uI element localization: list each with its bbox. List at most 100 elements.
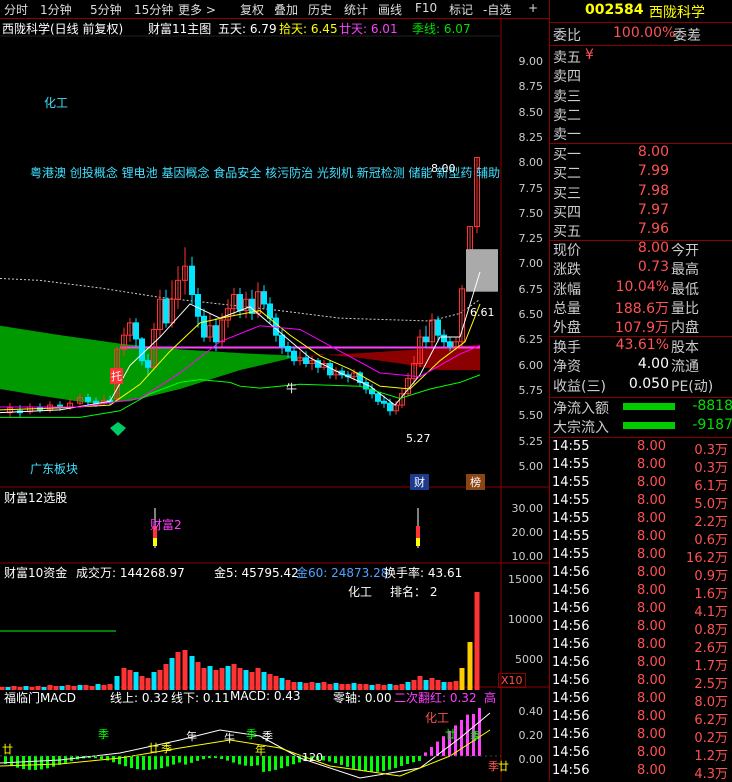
trade-volume: 8.0万	[694, 695, 728, 710]
volume-bar	[231, 664, 237, 690]
macd-bar	[328, 756, 331, 762]
volume-bar	[249, 672, 255, 690]
macd-bar	[118, 756, 121, 765]
tab-more[interactable]: 更多 >	[178, 1, 216, 18]
trade-time: 14:56	[552, 655, 590, 670]
trade-price: 8.00	[637, 709, 666, 724]
tab-intraday[interactable]: 分时	[4, 1, 28, 18]
candle-body	[261, 291, 267, 305]
price-tick: 5.50	[518, 409, 544, 423]
candle-body	[423, 336, 429, 343]
ask-row: 卖一	[553, 124, 731, 143]
history-button[interactable]: 历史	[308, 1, 332, 18]
trade-price: 8.00	[637, 475, 666, 490]
volume-bar	[303, 683, 309, 690]
volume-bar	[201, 668, 207, 690]
volume-bar	[474, 592, 480, 690]
tab-15min[interactable]: 15分钟	[134, 1, 173, 18]
trade-volume: 0.3万	[694, 461, 728, 476]
line-up-readout: 线上: 0.32	[110, 691, 169, 705]
trade-price: 8.00	[637, 439, 666, 454]
ask-price: ¥	[585, 47, 594, 63]
ask-row: 卖四	[553, 66, 731, 85]
volume-bar	[101, 685, 107, 690]
trade-volume: 2.2万	[694, 515, 728, 530]
trade-row: 14:56 8.00 4.3万	[552, 763, 731, 782]
stock-name: 西陇科学	[649, 5, 705, 21]
candle-body	[201, 315, 207, 338]
f10-button[interactable]: F10	[415, 1, 437, 15]
macd-bar	[376, 756, 379, 772]
macd-bar	[184, 756, 187, 765]
line-down-readout: 线下: 0.11	[171, 691, 230, 705]
trade-time: 14:56	[552, 637, 590, 652]
panel2-tick: 30.00	[511, 502, 544, 515]
trade-volume: 2.5万	[694, 677, 728, 692]
stock-title: 西陇科学(日线 前复权)	[2, 22, 124, 36]
stat-label: 涨跌	[553, 262, 581, 279]
macd-mark: 年	[255, 744, 266, 757]
candle-body	[139, 338, 145, 362]
macd-bar	[358, 756, 361, 771]
ask-row: 卖五 ¥	[553, 47, 731, 66]
industry-label: 化工	[44, 96, 69, 110]
macd-bar	[154, 756, 157, 770]
volume-readout: 成交万: 144268.97	[76, 566, 185, 580]
volume-tick: 10000	[508, 613, 543, 626]
candle-body	[267, 303, 273, 319]
trade-row: 14:56 8.00 1.6万	[552, 583, 731, 602]
dif-line	[0, 712, 491, 779]
stat-row: 现价 8.00 今开	[553, 240, 731, 259]
stat-row: 总量 188.6万 量比	[553, 298, 731, 317]
kline-chart-area[interactable]: 西陇科学(日线 前复权) 财富11主图 五天: 6.79 拾天: 6.45 廿天…	[0, 18, 549, 781]
volume-bar	[182, 650, 188, 690]
mark-button[interactable]: 标记	[449, 1, 473, 18]
volume-bar	[207, 666, 213, 690]
macd-mark: 牛	[224, 732, 235, 745]
fund-stat-row: 收益(三) 0.050 PE(动)	[553, 376, 731, 395]
adjust-button[interactable]: 复权	[240, 1, 264, 18]
volume-bar	[139, 676, 145, 690]
trade-time: 14:56	[552, 691, 590, 706]
remove-watchlist-button[interactable]: -自选	[483, 1, 511, 18]
macd-bar	[274, 756, 277, 770]
trade-time: 14:56	[552, 601, 590, 616]
stat-label: 内盘	[671, 320, 699, 337]
stats-button[interactable]: 统计	[344, 1, 368, 18]
trade-price: 8.00	[637, 583, 666, 598]
rank-readout: 排名： 2	[390, 585, 438, 599]
bid-row: 买三 7.98	[553, 183, 731, 202]
panel4-industry: 化工	[425, 711, 450, 725]
add-button[interactable]: +	[528, 1, 538, 15]
stat-row: 涨跌 0.73 最高	[553, 259, 731, 278]
trade-row: 14:56 8.00 4.1万	[552, 601, 731, 620]
trade-volume: 6.1万	[694, 479, 728, 494]
price-tick: 6.75	[518, 282, 544, 296]
macd-bar	[418, 756, 421, 761]
stat-value: 10.04%	[615, 278, 669, 295]
draw-line-button[interactable]: 画线	[378, 1, 402, 18]
bid-price: 8.00	[637, 144, 669, 160]
formula-name[interactable]: 财富11主图	[148, 20, 211, 37]
trade-row: 14:55 8.00 2.2万	[552, 511, 731, 530]
tab-1min[interactable]: 1分钟	[40, 1, 72, 18]
trade-volume: 0.2万	[694, 731, 728, 746]
price-tick: 5.00	[518, 459, 544, 473]
flow-value: -8818	[692, 398, 732, 414]
macd-mark: 季	[161, 742, 172, 755]
macd-bar	[244, 756, 247, 766]
trade-row: 14:55 8.00 0.6万	[552, 529, 731, 548]
volume-bar	[83, 685, 89, 690]
trade-time: 14:56	[552, 619, 590, 634]
trade-row: 14:56 8.00 1.7万	[552, 655, 731, 674]
ma5-readout: 五天: 6.79	[218, 22, 277, 36]
macd-bar	[172, 756, 175, 765]
trade-row: 14:56 8.00 1.2万	[552, 745, 731, 764]
tab-5min[interactable]: 5分钟	[90, 1, 122, 18]
overlay-button[interactable]: 叠加	[274, 1, 298, 18]
volume-tick: 5000	[515, 653, 543, 666]
price-tick: 9.00	[518, 55, 544, 68]
trade-volume: 1.6万	[694, 587, 728, 602]
trade-time: 14:55	[552, 457, 590, 472]
volume-bar	[273, 676, 279, 690]
